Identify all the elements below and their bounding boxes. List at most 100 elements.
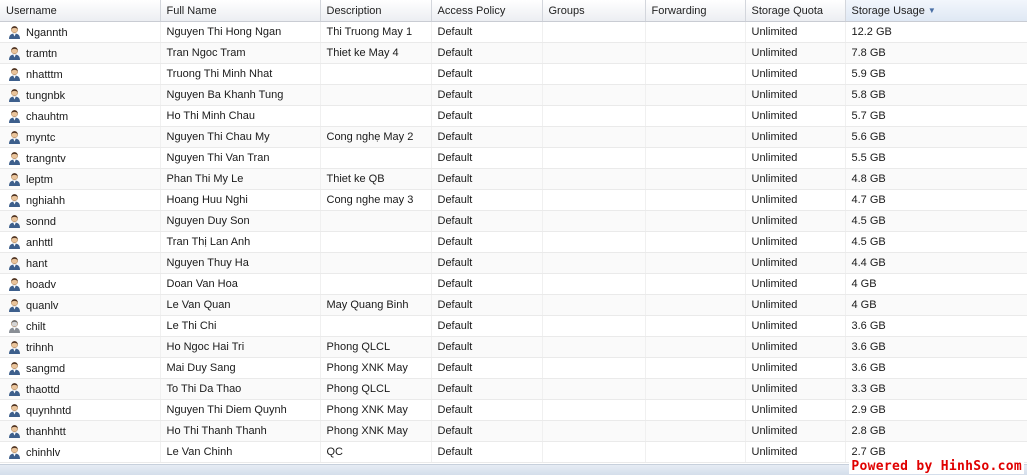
table-row[interactable]: trangntv Nguyen Thi Van Tran Default Unl… <box>0 147 1027 169</box>
storage-quota-cell: Unlimited <box>745 231 846 253</box>
table-row[interactable]: sangmd Mai Duy Sang Phong XNK May Defaul… <box>0 357 1027 379</box>
description-cell: Phong XNK May <box>320 357 432 379</box>
access-policy-cell: Default <box>431 273 543 295</box>
groups-cell <box>542 189 646 211</box>
groups-cell <box>542 378 646 400</box>
user-icon <box>9 68 20 81</box>
forwarding-cell <box>645 42 746 64</box>
storage-usage-cell: 4 GB <box>845 294 1027 316</box>
groups-cell <box>542 315 646 337</box>
storage-quota-cell: Unlimited <box>745 252 846 274</box>
user-list-table: Username Full Name Description Access Po… <box>0 0 1027 463</box>
description-cell <box>320 252 432 274</box>
user-icon <box>9 341 20 354</box>
forwarding-cell <box>645 105 746 127</box>
forwarding-cell <box>645 84 746 106</box>
forwarding-cell <box>645 126 746 148</box>
table-row[interactable]: chauhtm Ho Thi Minh Chau Default Unlimit… <box>0 105 1027 127</box>
forwarding-cell <box>645 420 746 442</box>
user-icon <box>9 194 20 207</box>
full-name-cell: Mai Duy Sang <box>160 357 321 379</box>
table-row[interactable]: thanhhtt Ho Thi Thanh Thanh Phong XNK Ma… <box>0 420 1027 442</box>
full-name-cell: Le Van Quan <box>160 294 321 316</box>
table-row[interactable]: hant Nguyen Thuy Ha Default Unlimited 4.… <box>0 252 1027 274</box>
column-header-groups[interactable]: Groups <box>542 0 646 22</box>
storage-quota-cell: Unlimited <box>745 441 846 463</box>
user-icon <box>9 236 20 249</box>
table-row[interactable]: hoadv Doan Van Hoa Default Unlimited 4 G… <box>0 273 1027 295</box>
username-cell: trihnh <box>0 336 161 358</box>
username-cell: hoadv <box>0 273 161 295</box>
table-row[interactable]: quynhntd Nguyen Thi Diem Quynh Phong XNK… <box>0 399 1027 421</box>
user-icon <box>9 278 20 291</box>
table-row[interactable]: Ngannth Nguyen Thi Hong Ngan Thi Truong … <box>0 21 1027 43</box>
description-cell: Phong QLCL <box>320 336 432 358</box>
column-header-full-name[interactable]: Full Name <box>160 0 321 22</box>
forwarding-cell <box>645 315 746 337</box>
username-text: tungnbk <box>26 90 66 102</box>
storage-quota-cell: Unlimited <box>745 399 846 421</box>
groups-cell <box>542 399 646 421</box>
storage-usage-cell: 4.8 GB <box>845 168 1027 190</box>
username-cell: chilt <box>0 315 161 337</box>
table-header: Username Full Name Description Access Po… <box>0 0 1027 22</box>
username-cell: quanlv <box>0 294 161 316</box>
full-name-cell: Ho Ngoc Hai Tri <box>160 336 321 358</box>
table-row[interactable]: thaottd To Thi Da Thao Phong QLCL Defaul… <box>0 378 1027 400</box>
username-text: tramtn <box>26 48 58 60</box>
access-policy-cell: Default <box>431 378 543 400</box>
column-header-storage-usage[interactable]: Storage Usage ▼ <box>845 0 1027 22</box>
username-cell: thanhhtt <box>0 420 161 442</box>
access-policy-cell: Default <box>431 84 543 106</box>
storage-quota-cell: Unlimited <box>745 168 846 190</box>
table-row[interactable]: nghiahh Hoang Huu Nghi Cong nghe may 3 D… <box>0 189 1027 211</box>
forwarding-cell <box>645 294 746 316</box>
full-name-cell: Hoang Huu Nghi <box>160 189 321 211</box>
username-text: leptm <box>26 174 53 186</box>
column-header-forwarding[interactable]: Forwarding <box>645 0 746 22</box>
table-row[interactable]: sonnd Nguyen Duy Son Default Unlimited 4… <box>0 210 1027 232</box>
storage-quota-cell: Unlimited <box>745 420 846 442</box>
username-cell: tungnbk <box>0 84 161 106</box>
full-name-cell: Phan Thi My Le <box>160 168 321 190</box>
full-name-cell: Nguyen Thi Diem Quynh <box>160 399 321 421</box>
full-name-cell: Truong Thi Minh Nhat <box>160 63 321 85</box>
full-name-cell: Ho Thi Minh Chau <box>160 105 321 127</box>
table-row[interactable]: chilt Le Thi Chi Default Unlimited 3.6 G… <box>0 315 1027 337</box>
table-row[interactable]: trihnh Ho Ngoc Hai Tri Phong QLCL Defaul… <box>0 336 1027 358</box>
user-icon <box>9 446 20 459</box>
username-text: sonnd <box>26 216 56 228</box>
access-policy-cell: Default <box>431 105 543 127</box>
column-header-access-policy[interactable]: Access Policy <box>431 0 543 22</box>
table-row[interactable]: leptm Phan Thi My Le Thiet ke QB Default… <box>0 168 1027 190</box>
column-header-username[interactable]: Username <box>0 0 161 22</box>
full-name-cell: Le Van Chinh <box>160 441 321 463</box>
groups-cell <box>542 147 646 169</box>
description-cell: Cong nghẹ May 2 <box>320 126 432 148</box>
storage-usage-cell: 5.8 GB <box>845 84 1027 106</box>
table-row[interactable]: quanlv Le Van Quan May Quang Binh Defaul… <box>0 294 1027 316</box>
groups-cell <box>542 357 646 379</box>
table-row[interactable]: myntc Nguyen Thi Chau My Cong nghẹ May 2… <box>0 126 1027 148</box>
access-policy-cell: Default <box>431 231 543 253</box>
access-policy-cell: Default <box>431 357 543 379</box>
username-text: anhttl <box>26 237 53 249</box>
user-icon <box>9 26 20 39</box>
column-header-description[interactable]: Description <box>320 0 432 22</box>
table-row[interactable]: tungnbk Nguyen Ba Khanh Tung Default Unl… <box>0 84 1027 106</box>
access-policy-cell: Default <box>431 42 543 64</box>
groups-cell <box>542 252 646 274</box>
storage-usage-cell: 3.6 GB <box>845 357 1027 379</box>
username-cell: quynhntd <box>0 399 161 421</box>
column-header-storage-quota[interactable]: Storage Quota <box>745 0 846 22</box>
table-row[interactable]: nhatttm Truong Thi Minh Nhat Default Unl… <box>0 63 1027 85</box>
forwarding-cell <box>645 189 746 211</box>
username-text: nghiahh <box>26 195 66 207</box>
access-policy-cell: Default <box>431 315 543 337</box>
table-row[interactable]: tramtn Tran Ngoc Tram Thiet ke May 4 Def… <box>0 42 1027 64</box>
table-row[interactable]: anhttl Tran Thị Lan Anh Default Unlimite… <box>0 231 1027 253</box>
storage-quota-cell: Unlimited <box>745 84 846 106</box>
storage-quota-cell: Unlimited <box>745 357 846 379</box>
storage-quota-cell: Unlimited <box>745 210 846 232</box>
forwarding-cell <box>645 399 746 421</box>
